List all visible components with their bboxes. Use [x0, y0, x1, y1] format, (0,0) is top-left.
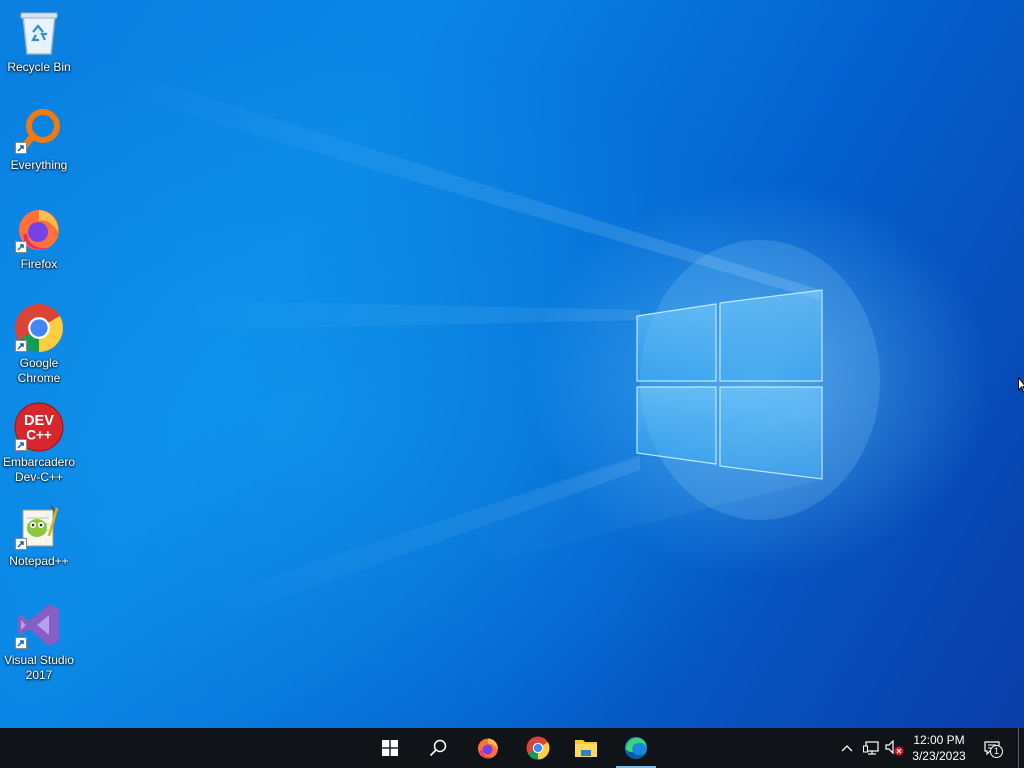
recycle-bin-icon [13, 6, 65, 58]
notification-count-badge: 1 [990, 745, 1003, 758]
desktop-icon-label: Everything [10, 158, 68, 172]
show-hidden-icons-button[interactable] [838, 728, 856, 768]
desktop-icon-label: Firefox [20, 257, 58, 271]
desktop-icon-label: Visual Studio 2017 [4, 653, 74, 682]
shortcut-arrow-icon [15, 142, 27, 154]
clock-time: 12:00 PM [913, 733, 965, 747]
shortcut-arrow-icon [15, 637, 27, 649]
chrome-icon [526, 736, 550, 760]
notepadpp-icon [13, 500, 65, 552]
everything-search-icon [13, 104, 65, 156]
taskbar-firefox-button[interactable] [464, 728, 512, 768]
mouse-cursor-icon [1018, 376, 1024, 398]
firefox-icon [13, 203, 65, 255]
visual-studio-icon [13, 599, 65, 651]
desktop-icon-visual-studio-2017[interactable]: Visual Studio 2017 [0, 599, 78, 683]
chevron-up-icon [841, 745, 853, 752]
wallpaper [120, 70, 880, 620]
show-desktop-button[interactable] [1018, 728, 1024, 768]
shortcut-arrow-icon [15, 538, 27, 550]
desktop-icon-google-chrome[interactable]: Google Chrome [0, 302, 78, 386]
desktop[interactable]: Recycle Bin Everything Firefox Google Ch… [0, 0, 1024, 728]
shortcut-arrow-icon [15, 439, 27, 451]
start-button[interactable] [366, 728, 414, 768]
firefox-icon [478, 738, 498, 759]
desktop-icon-label: Google Chrome [17, 356, 61, 385]
folder-icon [575, 740, 597, 757]
chrome-icon [13, 302, 65, 354]
desktop-icon-dev-cpp[interactable]: DEV C++ Embarcadero Dev-C++ [0, 401, 78, 485]
taskbar-clock[interactable]: 12:00 PM 3/23/2023 [900, 728, 978, 768]
edge-icon [625, 737, 647, 759]
desktop-icon-firefox[interactable]: Firefox [0, 203, 78, 272]
devcpp-icon: DEV C++ [13, 401, 65, 453]
taskbar-edge-button[interactable] [612, 728, 660, 768]
shortcut-arrow-icon [15, 241, 27, 253]
desktop-icon-everything[interactable]: Everything [0, 104, 78, 173]
desktop-icon-recycle-bin[interactable]: Recycle Bin [0, 6, 78, 75]
network-icon [863, 741, 879, 755]
windows-start-icon [382, 740, 398, 756]
taskbar-file-explorer-button[interactable] [562, 728, 610, 768]
action-center-button[interactable]: 1 [980, 728, 1004, 768]
search-icon [429, 739, 447, 757]
desktop-icon-label: Embarcadero Dev-C++ [2, 455, 76, 484]
taskbar: 12:00 PM 3/23/2023 1 [0, 728, 1024, 768]
taskbar-chrome-button[interactable] [514, 728, 562, 768]
desktop-icon-label: Recycle Bin [7, 60, 71, 74]
search-button[interactable] [414, 728, 462, 768]
clock-date: 3/23/2023 [912, 749, 966, 763]
desktop-icon-label: Notepad++ [9, 554, 69, 568]
desktop-icon-notepad-plus-plus[interactable]: Notepad++ [0, 500, 78, 569]
shortcut-arrow-icon [15, 340, 27, 352]
network-button[interactable] [861, 728, 881, 768]
svg-text:C++: C++ [26, 428, 52, 443]
